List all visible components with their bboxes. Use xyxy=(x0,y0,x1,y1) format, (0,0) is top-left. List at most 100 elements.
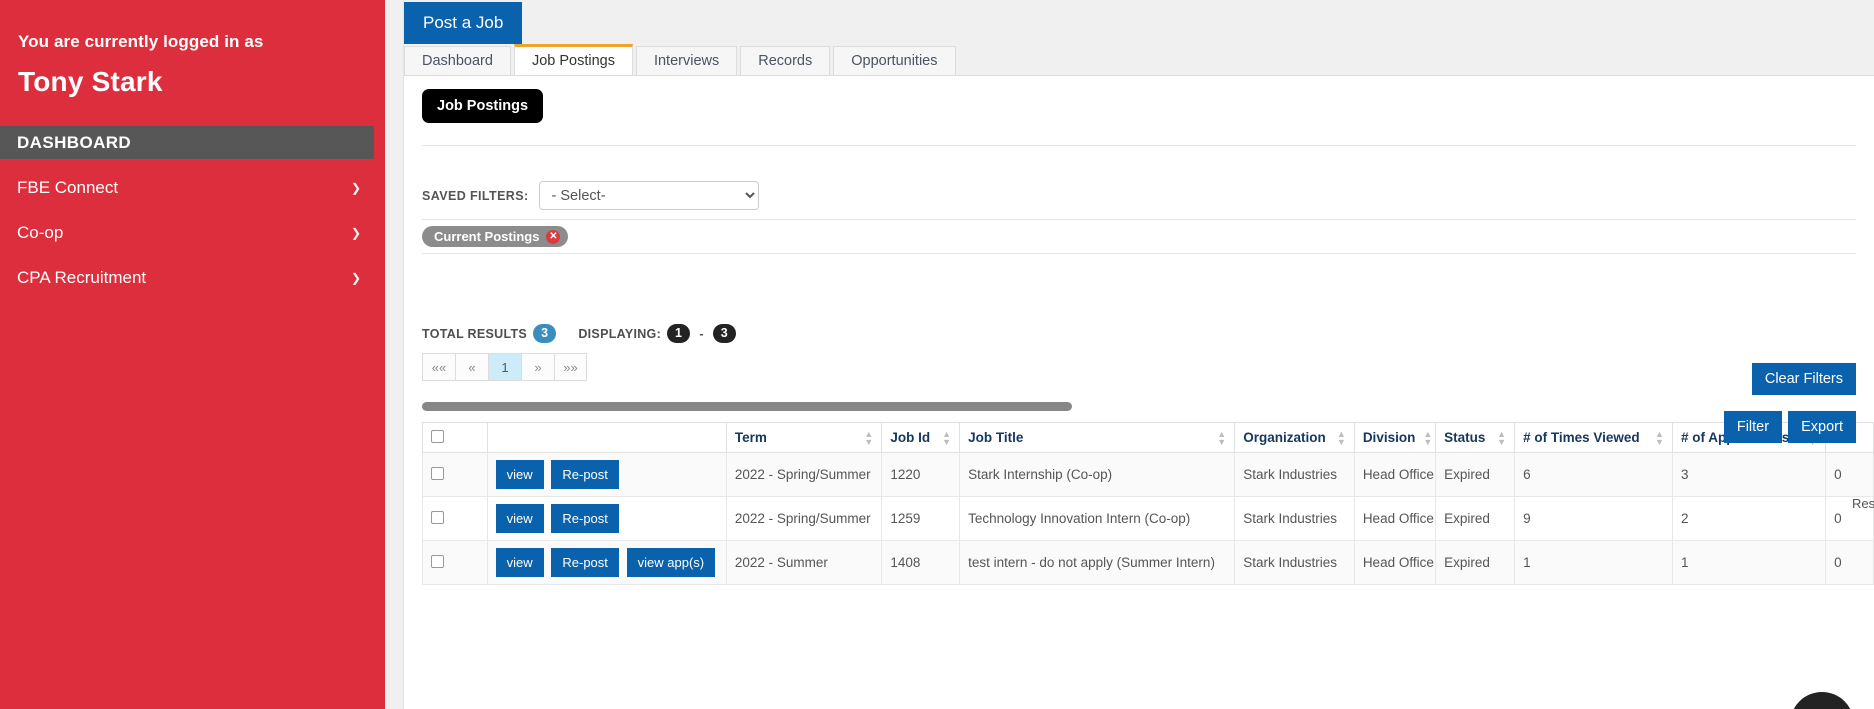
chevron-down-icon[interactable]: ❯ xyxy=(351,182,361,194)
header-status: Status ▲ ▼ xyxy=(1435,422,1516,453)
sort-icon[interactable]: ▲▼ xyxy=(864,429,873,446)
sort-icon[interactable]: ▲▼ xyxy=(1423,429,1432,446)
sort-icon[interactable]: ▲▼ xyxy=(1217,429,1226,446)
pager-page-1[interactable]: 1 xyxy=(488,353,521,381)
header-label: Job Id xyxy=(890,430,931,445)
cell-organization: Stark Industries xyxy=(1234,496,1355,541)
pager-prev[interactable]: « xyxy=(455,353,488,381)
clear-filters-wrap: Clear Filters xyxy=(1751,363,1856,395)
sidebar-item-label: DASHBOARD xyxy=(17,132,132,152)
tab-opportunities[interactable]: Opportunities xyxy=(833,46,956,75)
main-inner: Post a Job Dashboard Job Postings Interv… xyxy=(403,0,1874,709)
cell-next: 0 xyxy=(1825,452,1874,497)
results-summary: TOTAL RESULTS 3 DISPLAYING: 1 - 3 xyxy=(422,324,1874,343)
view-button[interactable]: view xyxy=(495,460,544,489)
row-checkbox[interactable] xyxy=(431,554,444,568)
topbar: Post a Job xyxy=(404,0,1874,46)
cell-term: 2022 - Spring/Summer xyxy=(725,496,883,541)
cell-applications: 1 xyxy=(1671,540,1827,585)
sidebar-item-label: FBE Connect xyxy=(17,177,119,197)
displaying-from: 1 xyxy=(667,324,691,343)
row-select-cell xyxy=(422,452,488,497)
pager-next[interactable]: » xyxy=(521,353,554,381)
re-post-button[interactable]: Re-post xyxy=(551,504,619,533)
chevron-down-icon[interactable]: ❯ xyxy=(351,227,361,239)
sidebar-item-fbe-connect[interactable]: FBE Connect ❯ xyxy=(0,171,385,204)
cell-division: Head Office xyxy=(1353,452,1437,497)
view-button[interactable]: view xyxy=(495,504,544,533)
sort-icon[interactable]: ▲▼ xyxy=(942,429,951,446)
row-checkbox[interactable] xyxy=(431,510,444,524)
displaying-label: DISPLAYING: xyxy=(578,326,662,341)
header-job-id: Job Id ▲ ▼ xyxy=(881,422,961,453)
active-filters-bar: Current Postings ✕ xyxy=(422,219,1856,254)
sidebar-item-dashboard[interactable]: DASHBOARD xyxy=(0,126,374,159)
saved-filters-label: SAVED FILTERS: xyxy=(422,188,529,203)
chevron-down-icon[interactable]: ❯ xyxy=(351,272,361,284)
table-horizontal-scrollbar[interactable] xyxy=(422,402,1856,412)
sort-icon[interactable]: ▲▼ xyxy=(1337,429,1346,446)
sidebar: You are currently logged in as Tony Star… xyxy=(0,0,385,709)
filter-chip-current-postings[interactable]: Current Postings ✕ xyxy=(422,226,569,247)
header-label: Job Title xyxy=(968,430,1024,445)
cell-term: 2022 - Spring/Summer xyxy=(725,452,883,497)
cell-job-title: Stark Internship (Co-op) xyxy=(959,452,1236,497)
sort-icon[interactable]: ▲▼ xyxy=(1497,429,1506,446)
post-a-job-button[interactable]: Post a Job xyxy=(404,2,523,44)
pager-last[interactable]: »» xyxy=(554,353,587,381)
re-post-button[interactable]: Re-post xyxy=(551,548,619,577)
cell-job-title: test intern - do not apply (Summer Inter… xyxy=(959,540,1236,585)
view-applications-button[interactable]: view app(s) xyxy=(626,548,716,577)
row-checkbox[interactable] xyxy=(431,466,444,480)
select-all-checkbox[interactable] xyxy=(431,429,444,443)
tab-job-postings[interactable]: Job Postings xyxy=(513,44,633,75)
filter-chip-label: Current Postings xyxy=(434,229,540,244)
header-organization: Organization ▲ ▼ xyxy=(1234,422,1355,453)
cell-division: Head Office xyxy=(1353,540,1437,585)
results-caption: Results xyxy=(1852,496,1874,511)
section-title-badge: Job Postings xyxy=(422,89,544,123)
tab-strip: Dashboard Job Postings Interviews Record… xyxy=(404,44,1874,75)
cell-term: 2022 - Summer xyxy=(725,540,883,585)
main-region: Post a Job Dashboard Job Postings Interv… xyxy=(385,0,1874,709)
table-header-row: Term ▲ ▼ Job Id ▲ ▼ Job Title ▲ ▼ Organi… xyxy=(422,422,1874,453)
header-division: Division ▲ ▼ xyxy=(1353,422,1437,453)
sidebar-item-co-op[interactable]: Co-op ❯ xyxy=(0,216,385,249)
cell-division: Head Office xyxy=(1353,496,1437,541)
tab-dashboard[interactable]: Dashboard xyxy=(404,46,511,75)
cell-times-viewed: 1 xyxy=(1514,540,1673,585)
view-button[interactable]: view xyxy=(495,548,544,577)
header-label: Term xyxy=(734,430,767,445)
header-select-all xyxy=(422,422,488,453)
sidebar-item-label: Co-op xyxy=(17,222,64,242)
close-circle-icon[interactable]: ✕ xyxy=(546,229,561,244)
sidebar-item-cpa-recruitment[interactable]: CPA Recruitment ❯ xyxy=(0,261,385,294)
more-vertical-icon[interactable] xyxy=(1790,692,1854,709)
cell-times-viewed: 9 xyxy=(1514,496,1673,541)
row-actions-cell: view Re-post xyxy=(486,496,727,541)
tab-records[interactable]: Records xyxy=(740,46,831,75)
displaying-to: 3 xyxy=(712,324,737,343)
clear-filters-button[interactable]: Clear Filters xyxy=(1751,363,1856,395)
export-button[interactable]: Export xyxy=(1788,411,1856,443)
sort-icon[interactable]: ▲▼ xyxy=(1655,429,1664,446)
filter-button[interactable]: Filter xyxy=(1723,411,1783,443)
table-row: view Re-post 2022 - Spring/Summer 1220 S… xyxy=(422,452,1874,497)
sidebar-item-label: CPA Recruitment xyxy=(17,267,147,287)
scrollbar-thumb[interactable] xyxy=(422,402,1072,411)
row-select-cell xyxy=(422,540,488,585)
cell-next: 0 xyxy=(1825,540,1874,585)
cell-job-id: 1220 xyxy=(881,452,961,497)
re-post-button[interactable]: Re-post xyxy=(551,460,619,489)
cell-job-title: Technology Innovation Intern (Co-op) xyxy=(959,496,1236,541)
pagination: «« « 1 » »» xyxy=(422,353,1874,381)
table-row: view Re-post view app(s) 2022 - Summer 1… xyxy=(422,540,1874,585)
pager-first[interactable]: «« xyxy=(422,353,455,381)
saved-filters-select[interactable]: - Select- xyxy=(538,181,759,210)
user-name: Tony Stark xyxy=(18,66,163,97)
table-row: view Re-post 2022 - Spring/Summer 1259 T… xyxy=(422,496,1874,541)
tab-interviews[interactable]: Interviews xyxy=(635,46,738,75)
total-results-count: 3 xyxy=(533,324,557,343)
